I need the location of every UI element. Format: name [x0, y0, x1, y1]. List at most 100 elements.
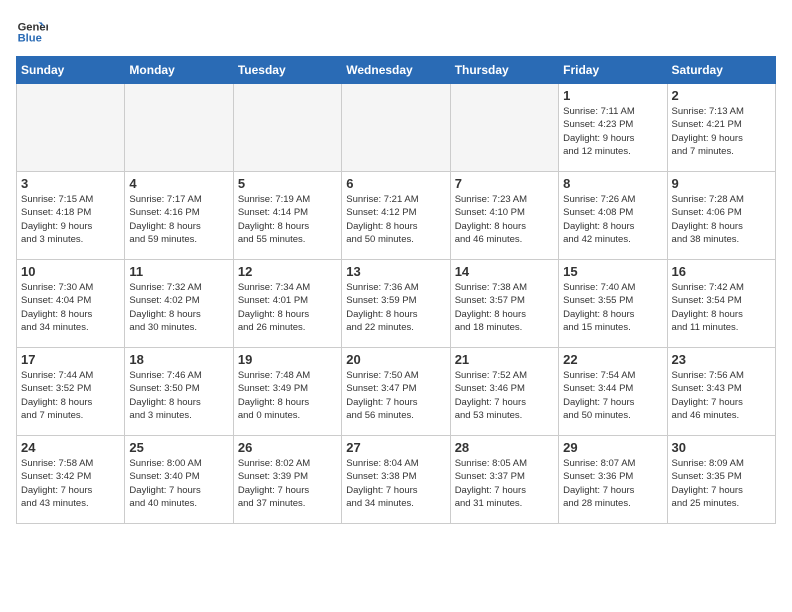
calendar-day-cell: 24Sunrise: 7:58 AM Sunset: 3:42 PM Dayli… — [17, 436, 125, 524]
calendar-day-cell: 1 Sunrise: 7:11 AM Sunset: 4:23 PM Daylig… — [559, 84, 667, 172]
calendar-week-row: 3Sunrise: 7:15 AM Sunset: 4:18 PM Daylig… — [17, 172, 776, 260]
day-info: Sunrise: 7:50 AM Sunset: 3:47 PM Dayligh… — [346, 369, 445, 422]
day-info: Sunrise: 7:42 AM Sunset: 3:54 PM Dayligh… — [672, 281, 771, 334]
calendar-day-cell — [342, 84, 450, 172]
calendar-day-cell: 20 Sunrise: 7:50 AM Sunset: 3:47 PM Dayli… — [342, 348, 450, 436]
day-of-week-header: Sunday — [17, 57, 125, 84]
calendar-day-cell — [125, 84, 233, 172]
calendar-day-cell: 7Sunrise: 7:23 AM Sunset: 4:10 PM Daylig… — [450, 172, 558, 260]
calendar-day-cell: 19 Sunrise: 7:48 AM Sunset: 3:49 PM Dayli… — [233, 348, 341, 436]
day-info: Sunrise: 8:02 AM Sunset: 3:39 PM Dayligh… — [238, 457, 337, 510]
day-info: Sunrise: 8:05 AM Sunset: 3:37 PM Dayligh… — [455, 457, 554, 510]
day-info: Sunrise: 8:04 AM Sunset: 3:38 PM Dayligh… — [346, 457, 445, 510]
calendar-day-cell: 21 Sunrise: 7:52 AM Sunset: 3:46 PM Dayli… — [450, 348, 558, 436]
day-number: 16 — [672, 264, 771, 279]
calendar-day-cell: 12 Sunrise: 7:34 AM Sunset: 4:01 PM Dayli… — [233, 260, 341, 348]
calendar-day-cell: 2 Sunrise: 7:13 AM Sunset: 4:21 PM Daylig… — [667, 84, 775, 172]
day-number: 11 — [129, 264, 228, 279]
day-number: 3 — [21, 176, 120, 191]
calendar-day-cell: 27 Sunrise: 8:04 AM Sunset: 3:38 PM Dayli… — [342, 436, 450, 524]
day-number: 13 — [346, 264, 445, 279]
calendar-day-cell: 11 Sunrise: 7:32 AM Sunset: 4:02 PM Dayli… — [125, 260, 233, 348]
calendar-day-cell: 25Sunrise: 8:00 AM Sunset: 3:40 PM Dayli… — [125, 436, 233, 524]
calendar-day-cell — [233, 84, 341, 172]
day-number: 22 — [563, 352, 662, 367]
calendar-week-row: 17 Sunrise: 7:44 AM Sunset: 3:52 PM Dayli… — [17, 348, 776, 436]
day-info: Sunrise: 7:21 AM Sunset: 4:12 PM Dayligh… — [346, 193, 445, 246]
calendar-day-cell: 14Sunrise: 7:38 AM Sunset: 3:57 PM Dayli… — [450, 260, 558, 348]
calendar-day-cell — [450, 84, 558, 172]
calendar-day-cell: 28Sunrise: 8:05 AM Sunset: 3:37 PM Dayli… — [450, 436, 558, 524]
calendar-day-cell: 18Sunrise: 7:46 AM Sunset: 3:50 PM Dayli… — [125, 348, 233, 436]
day-info: Sunrise: 7:13 AM Sunset: 4:21 PM Dayligh… — [672, 105, 771, 158]
calendar-day-cell: 22 Sunrise: 7:54 AM Sunset: 3:44 PM Dayli… — [559, 348, 667, 436]
day-of-week-header: Saturday — [667, 57, 775, 84]
day-of-week-header: Friday — [559, 57, 667, 84]
day-number: 14 — [455, 264, 554, 279]
calendar-day-cell: 23 Sunrise: 7:56 AM Sunset: 3:43 PM Dayli… — [667, 348, 775, 436]
logo: General Blue — [16, 16, 48, 48]
day-info: Sunrise: 7:19 AM Sunset: 4:14 PM Dayligh… — [238, 193, 337, 246]
calendar-body: 1 Sunrise: 7:11 AM Sunset: 4:23 PM Daylig… — [17, 84, 776, 524]
day-number: 7 — [455, 176, 554, 191]
day-number: 21 — [455, 352, 554, 367]
day-info: Sunrise: 7:54 AM Sunset: 3:44 PM Dayligh… — [563, 369, 662, 422]
calendar-day-cell: 3Sunrise: 7:15 AM Sunset: 4:18 PM Daylig… — [17, 172, 125, 260]
day-number: 24 — [21, 440, 120, 455]
day-of-week-header: Wednesday — [342, 57, 450, 84]
header: General Blue — [16, 16, 776, 48]
logo-icon: General Blue — [16, 16, 48, 48]
day-info: Sunrise: 7:17 AM Sunset: 4:16 PM Dayligh… — [129, 193, 228, 246]
day-number: 18 — [129, 352, 228, 367]
calendar-day-cell: 13 Sunrise: 7:36 AM Sunset: 3:59 PM Dayli… — [342, 260, 450, 348]
day-number: 20 — [346, 352, 445, 367]
calendar-day-cell: 8Sunrise: 7:26 AM Sunset: 4:08 PM Daylig… — [559, 172, 667, 260]
day-info: Sunrise: 7:32 AM Sunset: 4:02 PM Dayligh… — [129, 281, 228, 334]
calendar-day-cell: 4Sunrise: 7:17 AM Sunset: 4:16 PM Daylig… — [125, 172, 233, 260]
day-info: Sunrise: 7:48 AM Sunset: 3:49 PM Dayligh… — [238, 369, 337, 422]
day-number: 12 — [238, 264, 337, 279]
day-number: 26 — [238, 440, 337, 455]
day-info: Sunrise: 7:44 AM Sunset: 3:52 PM Dayligh… — [21, 369, 120, 422]
calendar-day-cell: 26 Sunrise: 8:02 AM Sunset: 3:39 PM Dayli… — [233, 436, 341, 524]
day-info: Sunrise: 8:07 AM Sunset: 3:36 PM Dayligh… — [563, 457, 662, 510]
day-number: 1 — [563, 88, 662, 103]
day-number: 8 — [563, 176, 662, 191]
day-number: 30 — [672, 440, 771, 455]
calendar-day-cell: 10 Sunrise: 7:30 AM Sunset: 4:04 PM Dayli… — [17, 260, 125, 348]
day-of-week-header: Monday — [125, 57, 233, 84]
calendar-day-cell: 9 Sunrise: 7:28 AM Sunset: 4:06 PM Daylig… — [667, 172, 775, 260]
day-number: 17 — [21, 352, 120, 367]
calendar-week-row: 1 Sunrise: 7:11 AM Sunset: 4:23 PM Daylig… — [17, 84, 776, 172]
day-number: 5 — [238, 176, 337, 191]
calendar-day-cell: 17 Sunrise: 7:44 AM Sunset: 3:52 PM Dayli… — [17, 348, 125, 436]
day-number: 2 — [672, 88, 771, 103]
day-number: 10 — [21, 264, 120, 279]
day-number: 6 — [346, 176, 445, 191]
day-info: Sunrise: 8:09 AM Sunset: 3:35 PM Dayligh… — [672, 457, 771, 510]
day-number: 29 — [563, 440, 662, 455]
calendar-day-cell: 5 Sunrise: 7:19 AM Sunset: 4:14 PM Daylig… — [233, 172, 341, 260]
calendar-table: SundayMondayTuesdayWednesdayThursdayFrid… — [16, 56, 776, 524]
day-number: 23 — [672, 352, 771, 367]
calendar-week-row: 24Sunrise: 7:58 AM Sunset: 3:42 PM Dayli… — [17, 436, 776, 524]
day-info: Sunrise: 7:36 AM Sunset: 3:59 PM Dayligh… — [346, 281, 445, 334]
day-number: 19 — [238, 352, 337, 367]
day-info: Sunrise: 7:56 AM Sunset: 3:43 PM Dayligh… — [672, 369, 771, 422]
day-info: Sunrise: 7:30 AM Sunset: 4:04 PM Dayligh… — [21, 281, 120, 334]
day-info: Sunrise: 7:11 AM Sunset: 4:23 PM Dayligh… — [563, 105, 662, 158]
day-number: 25 — [129, 440, 228, 455]
day-of-week-header: Tuesday — [233, 57, 341, 84]
calendar-day-cell: 16 Sunrise: 7:42 AM Sunset: 3:54 PM Dayli… — [667, 260, 775, 348]
day-number: 15 — [563, 264, 662, 279]
calendar-day-cell: 6 Sunrise: 7:21 AM Sunset: 4:12 PM Daylig… — [342, 172, 450, 260]
day-info: Sunrise: 7:28 AM Sunset: 4:06 PM Dayligh… — [672, 193, 771, 246]
day-info: Sunrise: 7:52 AM Sunset: 3:46 PM Dayligh… — [455, 369, 554, 422]
day-number: 9 — [672, 176, 771, 191]
day-number: 27 — [346, 440, 445, 455]
day-info: Sunrise: 7:34 AM Sunset: 4:01 PM Dayligh… — [238, 281, 337, 334]
days-of-week-row: SundayMondayTuesdayWednesdayThursdayFrid… — [17, 57, 776, 84]
calendar-day-cell: 15Sunrise: 7:40 AM Sunset: 3:55 PM Dayli… — [559, 260, 667, 348]
svg-text:Blue: Blue — [18, 33, 42, 45]
day-of-week-header: Thursday — [450, 57, 558, 84]
